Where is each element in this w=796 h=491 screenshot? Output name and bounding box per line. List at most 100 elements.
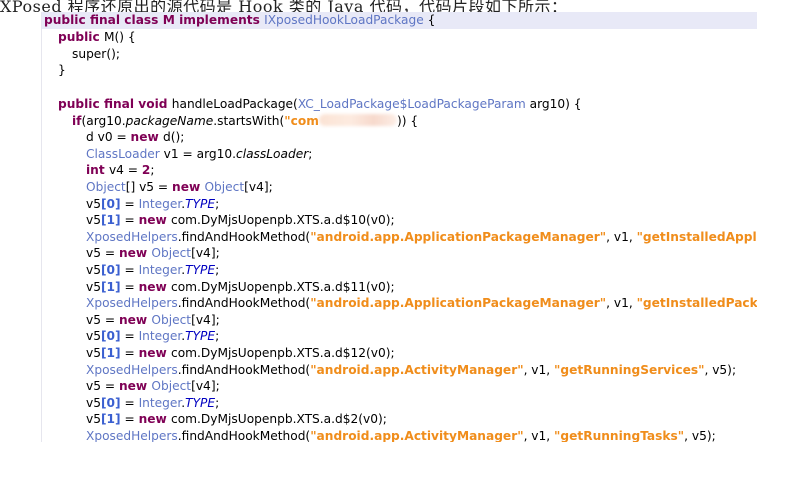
code-line: v5[0] = Integer.TYPE;	[42, 196, 757, 213]
code-token: public	[58, 30, 104, 44]
code-token: Integer	[138, 263, 182, 277]
code-token: ClassLoader	[86, 147, 160, 161]
code-token: new	[118, 246, 152, 260]
code-token: [v4];	[191, 246, 220, 260]
code-token: , v5);	[704, 363, 737, 377]
code-token: new	[130, 130, 163, 144]
code-token: Integer	[138, 197, 182, 211]
code-token: "getRunningTasks"	[554, 429, 685, 442]
code-token: d();	[163, 130, 185, 144]
code-token: v5	[86, 329, 101, 343]
code-token: M() {	[103, 30, 136, 44]
code-token: [v4];	[244, 180, 273, 194]
code-token: v5	[86, 263, 101, 277]
code-line: v5 = new Object[v4];	[42, 312, 757, 329]
code-token: [1]	[100, 346, 121, 360]
code-token: implements	[174, 13, 265, 27]
code-token: [] v5 =	[125, 180, 173, 194]
code-token: .findAndHookMethod(	[177, 363, 311, 377]
code-token: "android.app.ActivityManager"	[310, 363, 524, 377]
code-token: new	[118, 313, 152, 327]
code-token: new	[118, 379, 152, 393]
code-token: , v1,	[523, 363, 555, 377]
code-token: "getRunningServices"	[554, 363, 705, 377]
code-token: [1]	[100, 213, 121, 227]
code-token: TYPE	[185, 263, 216, 277]
code-token: "getInstalledApplications"	[636, 230, 757, 244]
code-token: v4 =	[108, 163, 142, 177]
code-token: com.DyMjsUopenpb.XTS.a.d$11(v0);	[171, 280, 395, 294]
code-token: ;	[215, 263, 220, 277]
code-token: (arg10.	[81, 114, 126, 128]
code-token: {	[423, 13, 436, 27]
code-line: super();	[42, 46, 757, 63]
code-token: [1]	[100, 412, 121, 426]
code-line: v5[0] = Integer.TYPE;	[42, 262, 757, 279]
code-line: XposedHelpers.findAndHookMethod("android…	[42, 428, 757, 442]
code-token: arg10) {	[525, 97, 582, 111]
code-token: v5	[86, 280, 101, 294]
code-line: v5[1] = new com.DyMjsUopenpb.XTS.a.d$11(…	[42, 279, 757, 296]
code-token: com.DyMjsUopenpb.XTS.a.d$10(v0);	[171, 213, 395, 227]
code-line: v5[1] = new com.DyMjsUopenpb.XTS.a.d$2(v…	[42, 411, 757, 428]
code-line: XposedHelpers.findAndHookMethod("android…	[42, 295, 757, 312]
code-token: [1]	[100, 280, 121, 294]
code-token: "android.app.ActivityManager"	[310, 429, 524, 442]
code-token: .findAndHookMethod(	[177, 230, 311, 244]
code-token: new	[138, 412, 172, 426]
code-token: [v4];	[191, 379, 220, 393]
code-token: ;	[215, 329, 220, 343]
code-token: =	[120, 263, 139, 277]
code-editor: public final class M implements IXposedH…	[41, 12, 757, 442]
code-token: [0]	[100, 197, 121, 211]
code-token: ;	[308, 147, 313, 161]
code-line: v5 = new Object[v4];	[42, 245, 757, 262]
code-token: Object	[151, 313, 192, 327]
code-line: v5 = new Object[v4];	[42, 378, 757, 395]
code-token: d v0 =	[86, 130, 131, 144]
code-token: Integer	[138, 329, 182, 343]
code-token: M	[162, 13, 175, 27]
code-token: v5	[86, 346, 101, 360]
code-token: Object	[151, 246, 192, 260]
code-token: , v1,	[606, 230, 637, 244]
code-token: =	[120, 396, 139, 410]
code-token: =	[120, 329, 139, 343]
code-token: =	[120, 197, 139, 211]
code-token: Object	[86, 180, 126, 194]
code-token: )) {	[396, 114, 419, 128]
code-token: super();	[72, 47, 120, 61]
code-token: Object	[151, 379, 192, 393]
code-token: , v5);	[684, 429, 716, 442]
code-token: new	[172, 180, 205, 194]
code-token: v5 =	[86, 246, 119, 260]
code-line: }	[42, 62, 757, 79]
code-token: [v4];	[191, 313, 220, 327]
code-token: v5	[86, 396, 101, 410]
code-token: v5	[86, 213, 101, 227]
code-line: d v0 = new d();	[42, 129, 757, 146]
code-token: ;	[215, 197, 220, 211]
code-token: "android.app.ApplicationPackageManager"	[310, 230, 607, 244]
code-token: =	[120, 213, 139, 227]
code-line: XposedHelpers.findAndHookMethod("android…	[42, 362, 757, 379]
code-token: , v1,	[523, 429, 555, 442]
code-token: .findAndHookMethod(	[177, 429, 311, 442]
code-line: public final void handleLoadPackage(XC_L…	[42, 96, 757, 113]
code-token: XposedHelpers	[86, 429, 178, 442]
code-token: com.DyMjsUopenpb.XTS.a.d$2(v0);	[171, 412, 387, 426]
code-token: XposedHelpers	[86, 363, 178, 377]
code-token: =	[120, 346, 139, 360]
code-token: =	[120, 412, 139, 426]
code-token: Integer	[138, 396, 182, 410]
code-token: v5	[86, 197, 101, 211]
code-token: [0]	[100, 263, 121, 277]
code-token: v1 = arg10.	[159, 147, 236, 161]
code-token: com.DyMjsUopenpb.XTS.a.d$12(v0);	[171, 346, 395, 360]
code-token: ;	[215, 396, 220, 410]
code-token: Object	[204, 180, 245, 194]
code-line: v5[1] = new com.DyMjsUopenpb.XTS.a.d$12(…	[42, 345, 757, 362]
code-token: [0]	[100, 396, 121, 410]
code-line: if(arg10.packageName.startsWith("com)) {	[42, 113, 757, 130]
